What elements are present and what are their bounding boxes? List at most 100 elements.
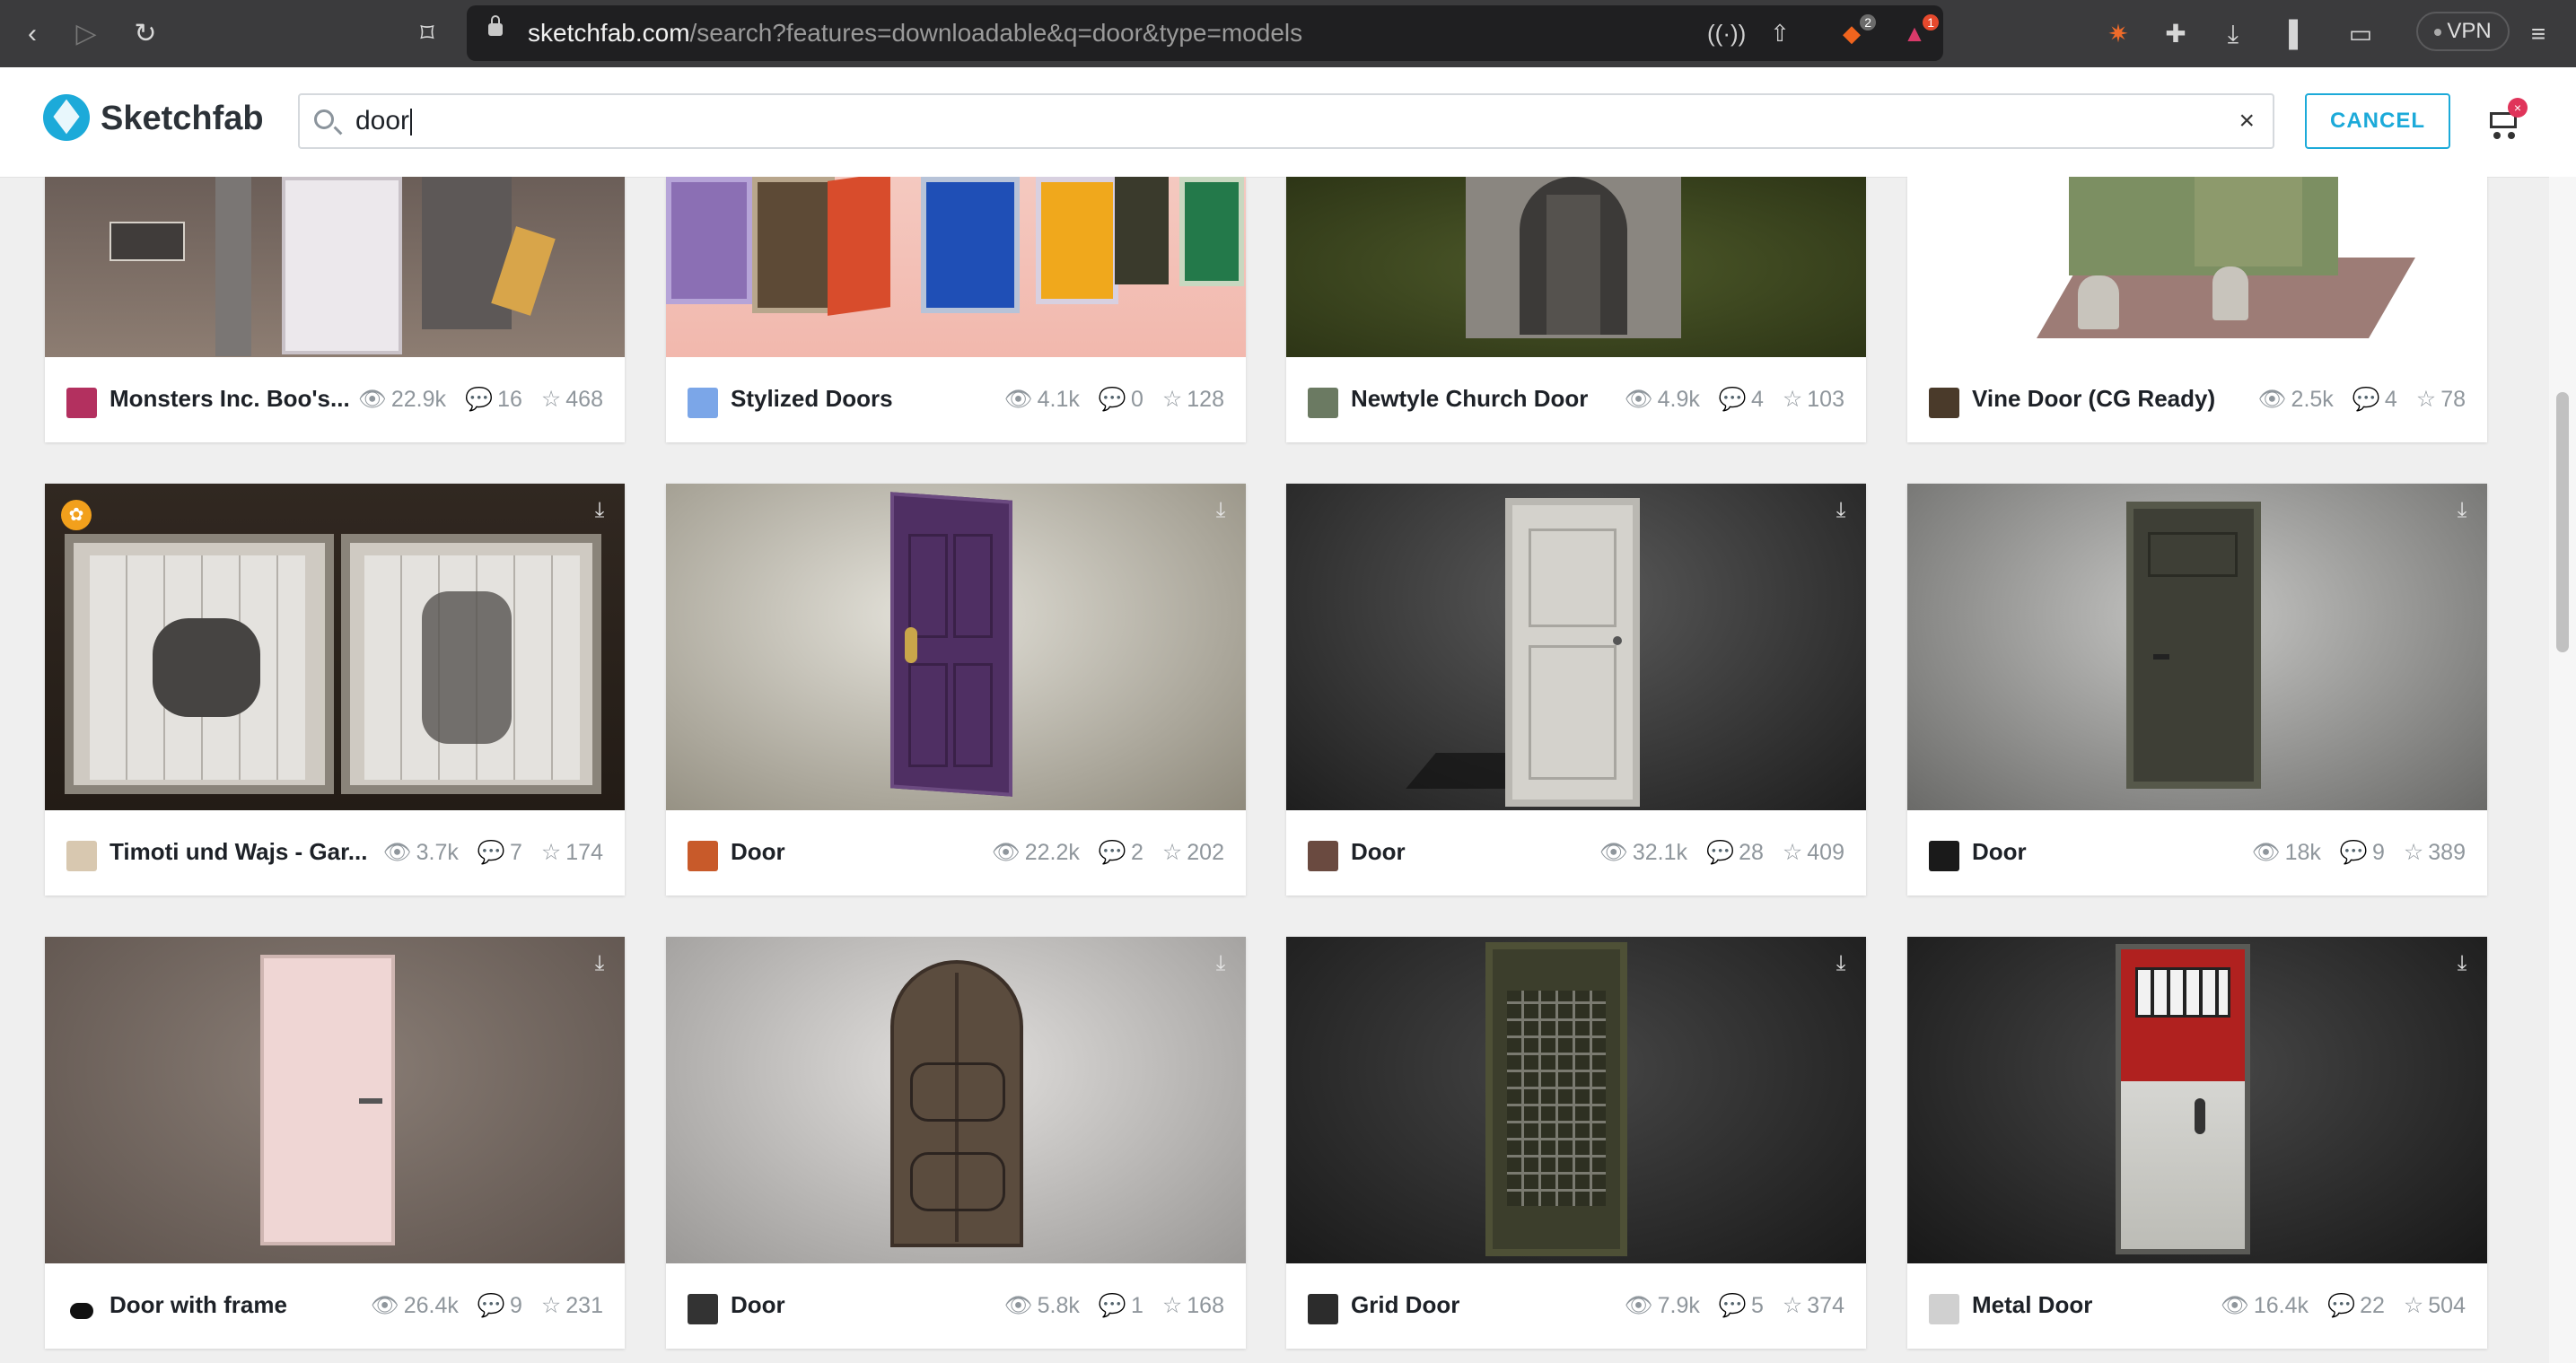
model-title[interactable]: Door [731, 838, 785, 866]
download-icon[interactable]: ⤓ [2451, 500, 2473, 521]
model-title[interactable]: Door with frame [110, 1291, 287, 1319]
download-icon[interactable]: ⤓ [1830, 953, 1852, 974]
model-card[interactable]: ⤓ Metal Door 👁 16.4k 💬 22 ☆ 504 [1907, 937, 2487, 1349]
forward-icon[interactable]: ▷ [68, 16, 104, 52]
back-icon[interactable]: ‹ [14, 16, 50, 52]
avatar[interactable] [1308, 841, 1338, 871]
eye-icon: 👁 [1624, 387, 1653, 412]
clear-search-button[interactable]: × [2239, 106, 2255, 136]
model-title[interactable]: Timoti und Wajs - Gar... [110, 838, 367, 866]
model-title[interactable]: Metal Door [1972, 1291, 2092, 1319]
model-card[interactable]: ⤓ Door 👁 32.1k 💬 28 ☆ 409 [1286, 484, 1866, 896]
model-stats: 👁 7.9k 💬 5 ☆ 374 [1624, 1292, 1844, 1319]
download-icon[interactable]: ⤓ [1210, 500, 1231, 521]
star-icon: ☆ [540, 387, 562, 412]
model-title[interactable]: Grid Door [1351, 1291, 1459, 1319]
avatar[interactable] [1929, 841, 1959, 871]
wallet-icon[interactable]: ▭ [2343, 16, 2379, 52]
bookmark-icon[interactable]: ⌑ [409, 16, 445, 52]
avatar[interactable] [1308, 1294, 1338, 1324]
scrollbar[interactable] [2549, 177, 2576, 1363]
download-icon[interactable]: ⤓ [2451, 953, 2473, 974]
address-bar[interactable]: sketchfab.com/search?features=downloadab… [467, 5, 1943, 61]
model-thumbnail[interactable]: ⤓ [1907, 937, 2487, 1263]
avatar[interactable] [688, 388, 718, 418]
model-thumbnail[interactable] [45, 177, 625, 357]
like-button[interactable]: ☆ 78 [2416, 386, 2466, 413]
model-card[interactable]: ⤓ Door 👁 5.8k 💬 1 ☆ 168 [666, 937, 1246, 1349]
like-button[interactable]: ☆ 103 [1783, 386, 1844, 413]
model-title[interactable]: Door [1351, 838, 1406, 866]
avatar[interactable] [1929, 388, 1959, 418]
like-button[interactable]: ☆ 374 [1783, 1292, 1844, 1319]
download-icon[interactable]: ⤓ [589, 953, 610, 974]
model-thumbnail[interactable] [1286, 177, 1866, 357]
model-title[interactable]: Stylized Doors [731, 385, 893, 413]
model-title[interactable]: Vine Door (CG Ready) [1972, 385, 2215, 413]
model-title[interactable]: Monsters Inc. Boo's... [110, 385, 350, 413]
like-button[interactable]: ☆ 231 [541, 1292, 603, 1319]
menu-icon[interactable]: ≡ [2520, 16, 2556, 52]
like-button[interactable]: ☆ 168 [1162, 1292, 1224, 1319]
avatar[interactable] [1308, 388, 1338, 418]
model-card[interactable]: ⤓ Door 👁 18k 💬 9 ☆ 389 [1907, 484, 2487, 896]
url-text[interactable]: sketchfab.com/search?features=downloadab… [528, 19, 1302, 48]
star-icon: ☆ [1161, 840, 1183, 865]
like-button[interactable]: ☆ 409 [1783, 839, 1844, 866]
avatar[interactable] [66, 1294, 97, 1324]
eye-icon: 👁 [1624, 1293, 1653, 1318]
model-card[interactable]: ⤓ Door 👁 22.2k 💬 2 ☆ 202 [666, 484, 1246, 896]
like-button[interactable]: ☆ 504 [2404, 1292, 2466, 1319]
extensions-icon[interactable]: ✚ [2158, 16, 2194, 52]
download-icon[interactable]: ⤓ [1210, 953, 1231, 974]
model-card[interactable]: ⤓ Door with frame 👁 26.4k 💬 9 ☆ 231 [45, 937, 625, 1349]
model-thumbnail[interactable] [1907, 177, 2487, 357]
sparkle-icon[interactable]: ✷ [2100, 16, 2136, 52]
avatar[interactable] [688, 1294, 718, 1324]
avatar[interactable] [66, 841, 97, 871]
reload-icon[interactable]: ↻ [127, 16, 163, 52]
like-button[interactable]: ☆ 202 [1162, 839, 1224, 866]
site-header: Sketchfab door × CANCEL × [0, 67, 2576, 178]
model-card[interactable]: Stylized Doors 👁 4.1k 💬 0 ☆ 128 [666, 177, 1246, 442]
vpn-button[interactable]: VPN [2416, 12, 2510, 51]
model-thumbnail[interactable]: ⤓ [666, 937, 1246, 1263]
rewards-icon[interactable]: ▲ 1 [1899, 14, 1939, 48]
star-icon: ☆ [540, 840, 562, 865]
model-card[interactable]: ⤓ Grid Door 👁 7.9k 💬 5 ☆ 374 [1286, 937, 1866, 1349]
like-button[interactable]: ☆ 128 [1162, 386, 1224, 413]
model-thumbnail[interactable]: ⤓ [1286, 937, 1866, 1263]
model-card[interactable]: Monsters Inc. Boo's... 👁 22.9k 💬 16 ☆ 468 [45, 177, 625, 442]
search-box[interactable]: door × [298, 93, 2274, 149]
model-card[interactable]: Vine Door (CG Ready) 👁 2.5k 💬 4 ☆ 78 [1907, 177, 2487, 442]
model-title[interactable]: Door [731, 1291, 785, 1319]
brave-shield-icon[interactable]: ◆ 2 [1836, 14, 1876, 48]
avatar[interactable] [688, 841, 718, 871]
avatar[interactable] [1929, 1294, 1959, 1324]
cancel-button[interactable]: CANCEL [2305, 93, 2450, 149]
model-card[interactable]: ✿ ⤓ Timoti und Wajs - Gar... 👁 3.7k 💬 7 ☆ 1… [45, 484, 625, 896]
cast-icon[interactable]: ((·)) [1707, 18, 1746, 48]
model-thumbnail[interactable]: ✿ ⤓ [45, 484, 625, 810]
model-card[interactable]: Newtyle Church Door 👁 4.9k 💬 4 ☆ 103 [1286, 177, 1866, 442]
model-title[interactable]: Newtyle Church Door [1351, 385, 1588, 413]
model-thumbnail[interactable]: ⤓ [1907, 484, 2487, 810]
downloads-icon[interactable]: ⤓ [2215, 16, 2251, 52]
download-icon[interactable]: ⤓ [589, 500, 610, 521]
comment-icon: 💬 [477, 1293, 505, 1318]
avatar[interactable] [66, 388, 97, 418]
model-thumbnail[interactable]: ⤓ [45, 937, 625, 1263]
search-input[interactable]: door [355, 106, 413, 136]
share-icon[interactable]: ⇧ [1765, 18, 1795, 48]
download-icon[interactable]: ⤓ [1830, 500, 1852, 521]
like-button[interactable]: ☆ 174 [541, 839, 603, 866]
cart-button[interactable]: × [2484, 98, 2528, 143]
like-button[interactable]: ☆ 389 [2404, 839, 2466, 866]
like-button[interactable]: ☆ 468 [541, 386, 603, 413]
model-thumbnail[interactable]: ⤓ [1286, 484, 1866, 810]
model-thumbnail[interactable]: ⤓ [666, 484, 1246, 810]
sidebar-icon[interactable]: ▐ [2271, 16, 2307, 52]
model-thumbnail[interactable] [666, 177, 1246, 357]
scrollbar-thumb[interactable] [2556, 392, 2569, 652]
model-title[interactable]: Door [1972, 838, 2027, 866]
